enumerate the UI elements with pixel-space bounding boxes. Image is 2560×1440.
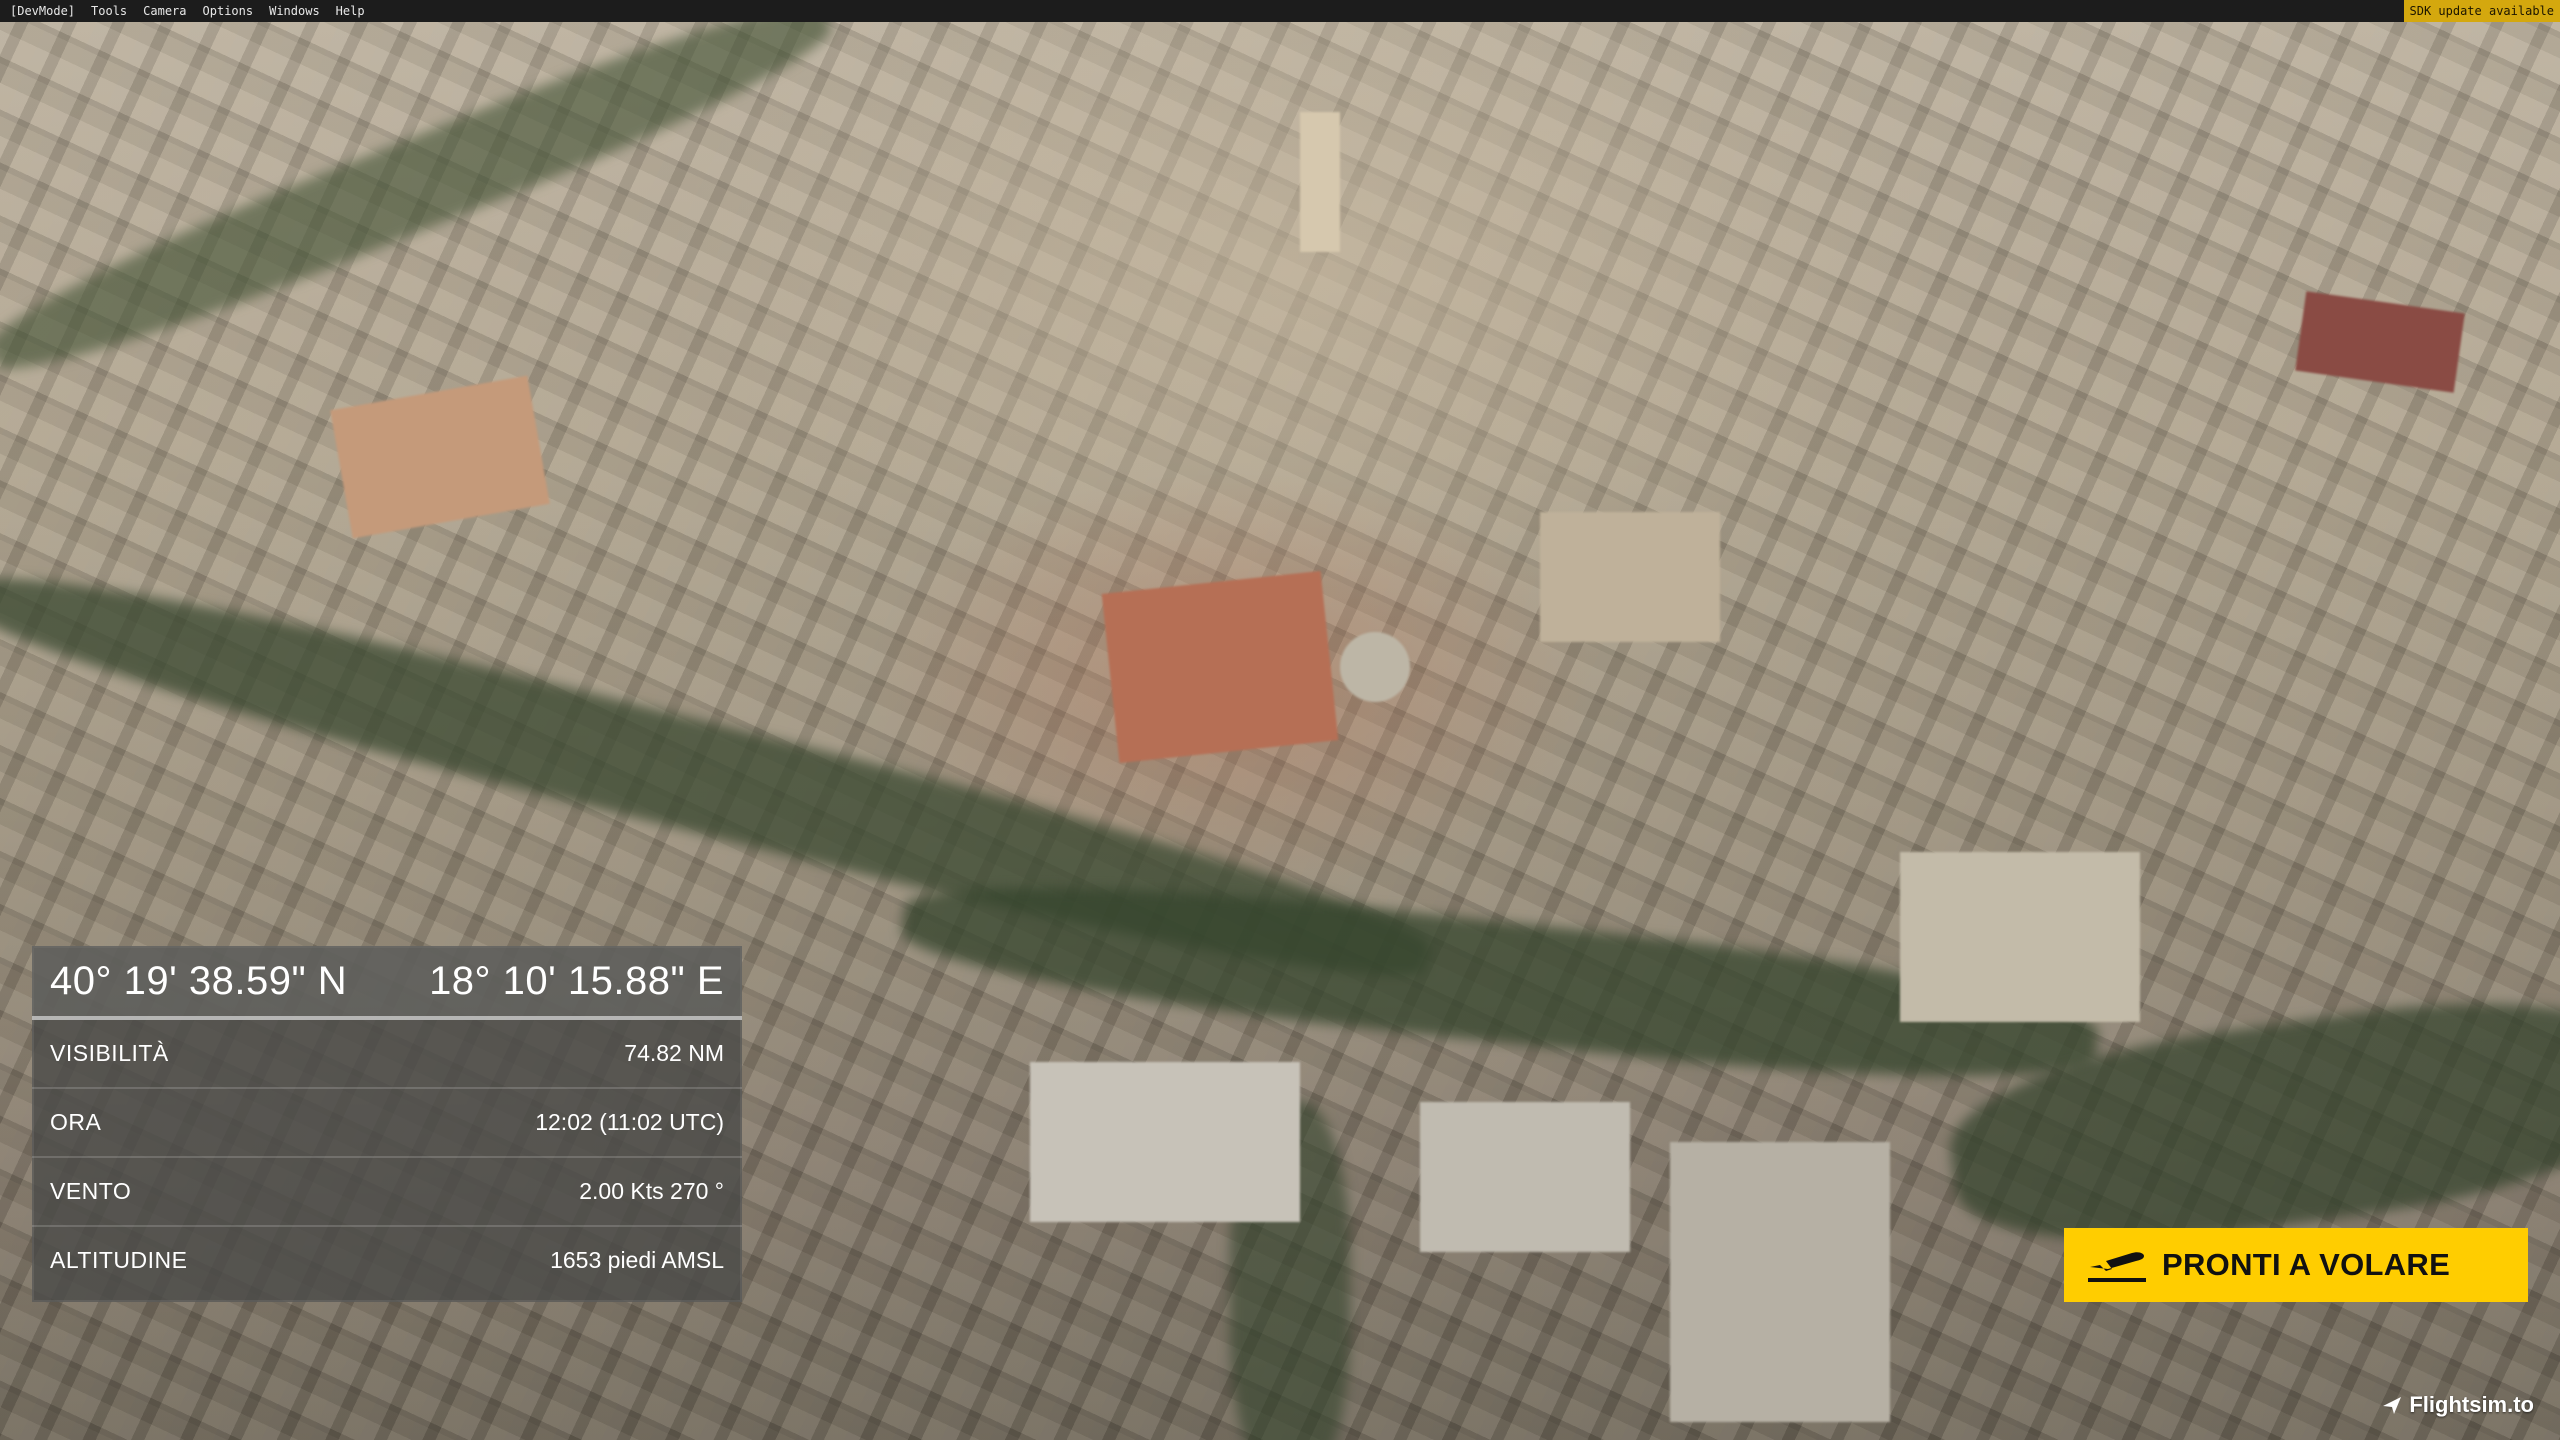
flat-roof xyxy=(1670,1142,1890,1422)
terracotta-roof xyxy=(1101,570,1339,764)
flat-roof xyxy=(1030,1062,1300,1222)
plane-icon xyxy=(2383,1397,2402,1414)
red-building xyxy=(2295,291,2465,393)
flightsim-watermark: Flightsim.to xyxy=(2381,1392,2534,1418)
coordinates-header: 40° 19' 38.59" N 18° 10' 15.88" E xyxy=(32,946,742,1020)
menu-tools[interactable]: Tools xyxy=(83,0,135,22)
courtyard-building xyxy=(1540,512,1720,642)
info-value: 12:02 (11:02 UTC) xyxy=(535,1109,724,1135)
flat-roof xyxy=(1900,852,2140,1022)
plane-takeoff-icon xyxy=(2088,1252,2146,1282)
longitude: 18° 10' 15.88" E xyxy=(429,958,724,1003)
info-value: 74.82 NM xyxy=(624,1040,724,1066)
info-value: 1653 piedi AMSL xyxy=(550,1247,724,1273)
menu-devmode[interactable]: [DevMode] xyxy=(0,0,83,22)
tree-avenue xyxy=(0,22,845,398)
info-row-altitude: ALTITUDINE 1653 piedi AMSL xyxy=(32,1227,742,1294)
menu-options[interactable]: Options xyxy=(195,0,262,22)
info-label: ORA xyxy=(50,1109,102,1135)
ready-to-fly-button[interactable]: PRONTI A VOLARE xyxy=(2064,1228,2528,1302)
watermark-text: Flightsim.to xyxy=(2409,1392,2534,1417)
dev-menu-bar: [DevMode] Tools Camera Options Windows H… xyxy=(0,0,2560,22)
info-row-wind: VENTO 2.00 Kts 270 ° xyxy=(32,1158,742,1227)
info-value: 2.00 Kts 270 ° xyxy=(579,1178,724,1204)
menu-camera[interactable]: Camera xyxy=(135,0,194,22)
info-row-time: ORA 12:02 (11:02 UTC) xyxy=(32,1089,742,1158)
church-roof xyxy=(330,375,550,539)
menu-help[interactable]: Help xyxy=(328,0,373,22)
menu-windows[interactable]: Windows xyxy=(261,0,328,22)
info-row-visibility: VISIBILITÀ 74.82 NM xyxy=(32,1020,742,1089)
info-label: ALTITUDINE xyxy=(50,1247,188,1273)
info-label: VISIBILITÀ xyxy=(50,1040,169,1066)
flight-info-panel: 40° 19' 38.59" N 18° 10' 15.88" E VISIBI… xyxy=(32,946,742,1302)
bell-tower xyxy=(1300,112,1340,252)
info-label: VENTO xyxy=(50,1178,132,1204)
dome xyxy=(1340,632,1410,702)
flat-roof xyxy=(1420,1102,1630,1252)
sdk-update-notice[interactable]: SDK update available xyxy=(2403,0,2560,22)
latitude: 40° 19' 38.59" N xyxy=(50,958,348,1003)
ready-to-fly-label: PRONTI A VOLARE xyxy=(2162,1247,2451,1282)
